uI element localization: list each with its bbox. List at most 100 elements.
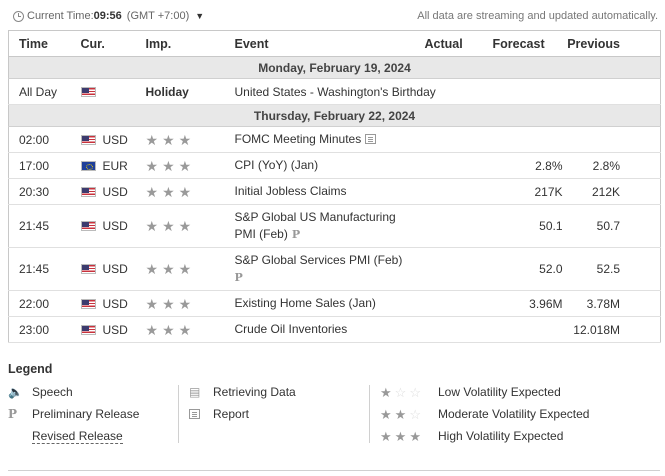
event-name[interactable]: FOMC Meeting Minutes — [235, 132, 362, 146]
table-row[interactable]: 22:00 USD ★ ★ ★ Existing Home Sales (Jan) … — [8, 290, 661, 317]
importance-stars: ★ ★ ★ — [146, 185, 235, 199]
event-actual — [424, 204, 493, 248]
event-previous: 212K — [562, 178, 661, 205]
event-time: All Day — [8, 78, 81, 105]
event-name[interactable]: Existing Home Sales (Jan) — [234, 290, 425, 317]
table-row[interactable]: 21:45 USD ★ ★ ★ S&P Global Services PMI (F… — [8, 247, 661, 291]
us-flag-icon — [80, 324, 96, 335]
legend-revised: Revised Release — [32, 428, 123, 444]
preliminary-icon: P — [8, 407, 18, 421]
event-actual — [424, 178, 493, 205]
table-row[interactable]: 20:30 USD ★ ★ ★ Initial Jobless Claims 217… — [8, 178, 661, 205]
preliminary-icon: P — [291, 228, 301, 241]
event-currency: USD — [102, 322, 128, 337]
calendar-topbar: Current Time: 09:56 (GMT +7:00) ▼ All da… — [13, 6, 658, 26]
star-icon: ★ — [380, 384, 392, 400]
col-header-forecast[interactable]: Forecast — [492, 30, 563, 57]
day-date: Monday, February 19, 2024 — [8, 56, 661, 79]
star-icon: ★ — [178, 295, 192, 312]
event-name[interactable]: Initial Jobless Claims — [234, 178, 425, 205]
star-icon: ★ — [178, 183, 192, 200]
speaker-icon: 🔈 — [8, 385, 23, 399]
event-name[interactable]: S&P Global Services PMI (Feb) P — [234, 247, 425, 291]
star-icon: ★ — [162, 321, 175, 338]
star-icon: ★ — [178, 157, 192, 174]
event-currency: USD — [102, 296, 128, 311]
col-header-currency[interactable]: Cur. — [80, 30, 146, 57]
event-time: 21:45 — [8, 247, 81, 291]
event-name[interactable]: CPI (YoY) (Jan) — [234, 152, 425, 179]
event-actual — [424, 290, 493, 317]
star-icon: ★ — [178, 261, 192, 277]
event-time: 23:00 — [8, 316, 81, 343]
star-icon: ★ — [409, 428, 421, 444]
col-header-event[interactable]: Event — [234, 30, 425, 57]
star-icon: ★ — [162, 295, 175, 312]
star-icon: ★ — [145, 321, 159, 338]
holiday-label: Holiday — [145, 78, 235, 105]
table-row[interactable]: 23:00 USD ★ ★ ★ Crude Oil Inventories 12.0… — [8, 316, 661, 343]
col-header-time[interactable]: Time — [8, 30, 81, 57]
event-previous: 3.78M — [562, 290, 661, 317]
event-name[interactable]: Crude Oil Inventories — [234, 316, 425, 343]
event-actual — [424, 126, 493, 153]
table-row[interactable]: All Day Holiday United States - Washingt… — [8, 78, 661, 105]
event-name-line: PMI (Feb) — [234, 227, 288, 241]
event-currency: USD — [102, 262, 128, 276]
event-actual — [424, 247, 493, 291]
star-icon: ★ — [394, 428, 407, 444]
event-previous — [562, 126, 661, 153]
table-header-row: Time Cur. Imp. Event Actual Forecast Pre… — [8, 30, 661, 57]
streaming-note: All data are streaming and updated autom… — [417, 10, 658, 22]
star-empty-icon: ☆ — [409, 384, 421, 400]
event-previous: 50.7 — [562, 204, 661, 248]
event-forecast: 2.8% — [492, 152, 563, 179]
table-row[interactable]: 17:00 EUR ★ ★ ★ CPI (YoY) (Jan) 2.8% 2.8% — [8, 152, 661, 179]
event-forecast: 50.1 — [492, 204, 563, 248]
event-name-text: S&P Global Services PMI (Feb) — [234, 253, 403, 267]
table-row[interactable]: 21:45 USD ★ ★ ★ S&P Global US Manufacturin… — [8, 204, 661, 248]
importance-stars: ★ ★ ★ — [146, 297, 235, 311]
event-forecast: 52.0 — [492, 247, 563, 291]
star-icon: ★ — [380, 428, 392, 444]
bottom-divider — [8, 470, 660, 471]
table-row[interactable]: 02:00 USD ★ ★ ★ FOMC Meeting Minutes — [8, 126, 661, 153]
event-previous: 2.8% — [562, 152, 661, 179]
event-time: 02:00 — [8, 126, 81, 153]
star-icon: ★ — [162, 218, 175, 234]
importance-stars: ★ ★ ★ — [146, 133, 235, 147]
star-icon: ★ — [162, 157, 175, 174]
moderate-volatility-stars: ★ ★ ☆ — [380, 408, 438, 421]
event-name[interactable]: S&P Global US Manufacturing PMI (Feb) P — [234, 204, 425, 248]
star-icon: ★ — [145, 218, 159, 234]
event-forecast — [492, 316, 563, 343]
report-icon[interactable] — [365, 134, 377, 144]
day-header-row: Monday, February 19, 2024 — [8, 56, 661, 79]
col-header-importance[interactable]: Imp. — [145, 30, 235, 57]
us-flag-icon — [80, 186, 96, 197]
col-header-actual[interactable]: Actual — [424, 30, 493, 57]
importance-stars: ★ ★ ★ — [146, 159, 235, 173]
event-name[interactable]: United States - Washington's Birthday — [234, 78, 661, 105]
economic-calendar-table: Time Cur. Imp. Event Actual Forecast Pre… — [8, 30, 661, 343]
high-volatility-stars: ★ ★ ★ — [380, 430, 438, 443]
col-header-previous[interactable]: Previous — [562, 30, 661, 57]
timezone-selector[interactable]: (GMT +7:00) — [127, 10, 189, 22]
legend: Legend 🔈 Speech P Preliminary Release Revi… — [8, 362, 660, 444]
event-forecast: 3.96M — [492, 290, 563, 317]
star-empty-icon: ☆ — [394, 384, 407, 400]
star-icon: ★ — [162, 183, 175, 200]
star-icon: ★ — [380, 406, 392, 422]
chevron-down-icon[interactable]: ▼ — [195, 11, 204, 21]
event-time: 21:45 — [8, 204, 81, 248]
importance-stars: ★ ★ ★ — [146, 219, 235, 233]
event-currency: USD — [102, 184, 128, 199]
legend-low: Low Volatility Expected — [438, 385, 561, 399]
event-currency: USD — [102, 132, 128, 147]
eu-flag-icon — [80, 160, 96, 171]
star-empty-icon: ☆ — [409, 406, 421, 422]
star-icon: ★ — [145, 261, 159, 277]
star-icon: ★ — [178, 218, 192, 234]
star-icon: ★ — [145, 295, 159, 312]
retrieving-data-icon: ▤ — [189, 385, 201, 399]
